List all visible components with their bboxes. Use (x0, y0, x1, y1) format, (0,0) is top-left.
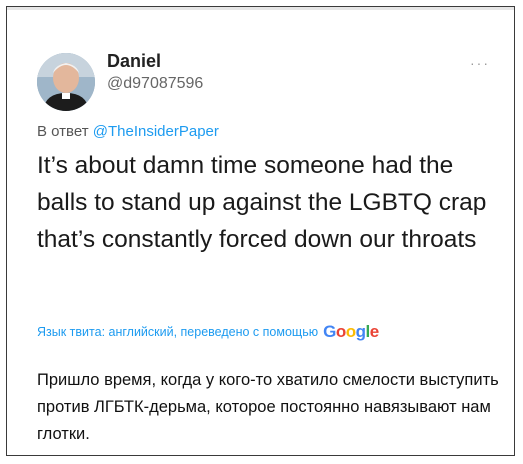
reply-context: В ответ @TheInsiderPaper (37, 123, 219, 140)
top-strip (7, 7, 514, 10)
avatar-image (37, 53, 95, 111)
author-name[interactable]: Daniel (107, 51, 161, 72)
author-handle[interactable]: @d97087596 (107, 75, 203, 93)
translation-attribution[interactable]: Язык твита: английский, переведено с пом… (37, 322, 379, 342)
tweet-text: It’s about damn time someone had the bal… (37, 152, 487, 253)
avatar[interactable] (37, 53, 95, 111)
translation-note: Язык твита: английский, переведено с пом… (37, 325, 319, 339)
tweet-card: Daniel @d97087596 ··· В ответ @TheInside… (6, 6, 515, 456)
more-horizontal-icon[interactable]: ··· (470, 55, 490, 71)
reply-prefix: В ответ (37, 123, 89, 140)
translated-text: Пришло время, когда у кого-то хватило см… (37, 371, 499, 443)
reply-mention-link[interactable]: @TheInsiderPaper (93, 123, 219, 140)
google-logo: Google (323, 322, 379, 341)
